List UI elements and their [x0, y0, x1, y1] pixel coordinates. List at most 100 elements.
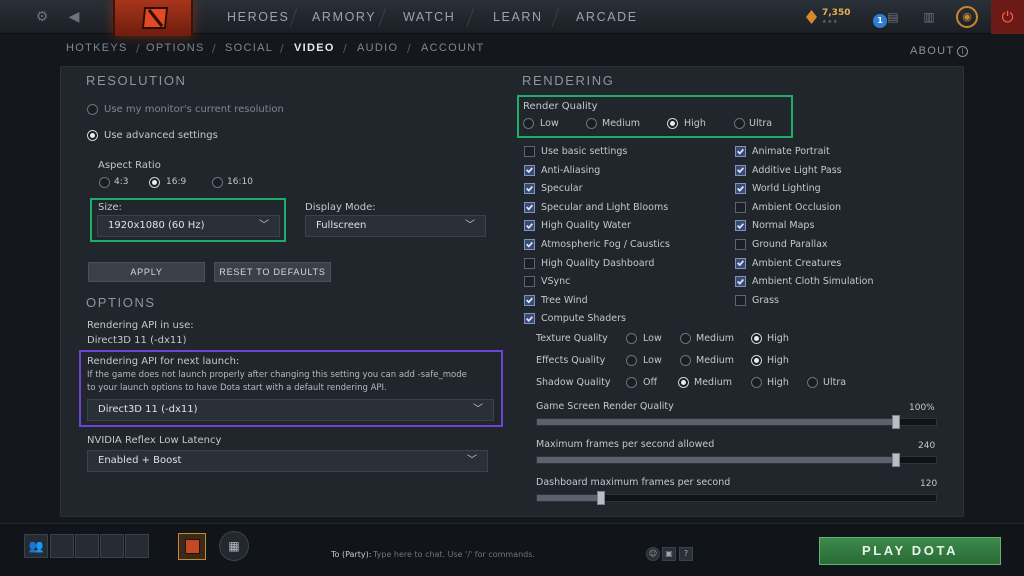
nav-arcade[interactable]: ARCADE	[576, 0, 638, 34]
radio-monitor-resolution[interactable]	[87, 104, 98, 115]
tab-audio[interactable]: AUDIO	[357, 42, 398, 54]
display-mode-dropdown[interactable]: Fullscreen ﹀	[305, 215, 486, 237]
nav-heroes[interactable]: HEROES	[227, 0, 289, 34]
shadow-high-label[interactable]: High	[767, 377, 789, 388]
nav-learn[interactable]: LEARN	[493, 0, 543, 34]
render-ultra-label[interactable]: Ultra	[749, 118, 772, 129]
checkbox[interactable]	[524, 201, 535, 213]
checkbox-label[interactable]: Grass	[752, 295, 779, 306]
slider-handle[interactable]	[892, 415, 900, 429]
nav-armory[interactable]: ARMORY	[312, 0, 376, 34]
radio-aspect-4-3[interactable]	[99, 177, 110, 188]
back-arrow-icon[interactable]: ◀	[64, 0, 84, 34]
aspect-16-10-label[interactable]: 16:10	[227, 177, 253, 187]
checkbox-label[interactable]: Normal Maps	[752, 220, 814, 231]
reflex-dropdown[interactable]: Enabled + Boost ﹀	[87, 450, 488, 472]
checkbox[interactable]	[735, 220, 746, 232]
checkbox[interactable]	[524, 257, 535, 269]
effects-high-label[interactable]: High	[767, 355, 789, 366]
about-link[interactable]: ABOUT	[910, 45, 954, 57]
checkbox-label[interactable]: VSync	[541, 276, 570, 287]
checkbox[interactable]	[735, 294, 746, 306]
chat-input[interactable]: Type here to chat. Use '/' for commands.	[373, 550, 535, 559]
checkbox[interactable]	[735, 201, 746, 213]
checkbox[interactable]	[735, 276, 746, 288]
checkbox-label[interactable]: Specular	[541, 183, 583, 194]
radio-shadow-off[interactable]	[626, 377, 637, 388]
aspect-16-9-label[interactable]: 16:9	[166, 177, 186, 187]
checkbox[interactable]	[524, 164, 535, 176]
power-button[interactable]: ⏻	[991, 0, 1024, 34]
armory-icon[interactable]: ▥	[920, 0, 938, 34]
apply-button[interactable]: APPLY	[88, 262, 205, 282]
party-slot-empty[interactable]	[100, 534, 124, 558]
tab-video[interactable]: VIDEO	[294, 42, 335, 54]
screen-quality-slider[interactable]	[536, 415, 937, 429]
render-medium-label[interactable]: Medium	[602, 118, 640, 129]
checkbox[interactable]	[524, 183, 535, 195]
tab-options[interactable]: OPTIONS	[146, 42, 205, 54]
checkbox-label[interactable]: Ambient Occlusion	[752, 202, 841, 213]
api-next-launch-dropdown[interactable]: Direct3D 11 (-dx11) ﹀	[87, 399, 494, 421]
effects-low-label[interactable]: Low	[643, 355, 662, 366]
notification-badge[interactable]: 1	[873, 14, 887, 28]
dashboard-settings-icon[interactable]: ◉	[956, 6, 978, 28]
checkbox-label[interactable]: Compute Shaders	[541, 313, 626, 324]
radio-aspect-16-9[interactable]	[149, 177, 160, 188]
checkbox-label[interactable]: High Quality Dashboard	[541, 258, 654, 269]
checkbox-label[interactable]: Ambient Creatures	[752, 258, 841, 269]
checkbox[interactable]	[735, 257, 746, 269]
shadow-ultra-label[interactable]: Ultra	[823, 377, 846, 388]
shadow-medium-label[interactable]: Medium	[694, 377, 732, 388]
effects-medium-label[interactable]: Medium	[696, 355, 734, 366]
shards-currency[interactable]: 7,350 ★★★	[806, 8, 856, 28]
slider-handle[interactable]	[892, 453, 900, 467]
dota-logo-icon[interactable]	[113, 0, 193, 36]
checkbox-label[interactable]: Ground Parallax	[752, 239, 828, 250]
nav-watch[interactable]: WATCH	[403, 0, 455, 34]
radio-render-ultra[interactable]	[734, 118, 745, 129]
texture-high-label[interactable]: High	[767, 333, 789, 344]
tab-account[interactable]: ACCOUNT	[421, 42, 485, 54]
help-icon[interactable]: ?	[679, 547, 693, 561]
checkbox-label[interactable]: World Lighting	[752, 183, 821, 194]
radio-render-low[interactable]	[523, 118, 534, 129]
radio-advanced-settings[interactable]	[87, 130, 98, 141]
render-high-label[interactable]: High	[684, 118, 706, 129]
checkbox[interactable]	[524, 146, 535, 157]
dota-queue-icon[interactable]	[178, 533, 206, 560]
aspect-4-3-label[interactable]: 4:3	[114, 177, 128, 187]
checkbox[interactable]	[735, 146, 746, 157]
radio-texture-medium[interactable]	[680, 333, 691, 344]
party-slot-empty[interactable]	[75, 534, 99, 558]
checkbox-label[interactable]: Tree Wind	[541, 295, 588, 306]
radio-effects-low[interactable]	[626, 355, 637, 366]
radio-texture-low[interactable]	[626, 333, 637, 344]
checkbox[interactable]	[524, 294, 535, 306]
size-dropdown[interactable]: 1920x1080 (60 Hz) ﹀	[97, 215, 280, 237]
info-icon[interactable]: i	[957, 46, 968, 57]
party-slot-empty[interactable]	[50, 534, 74, 558]
radio-render-high[interactable]	[667, 118, 678, 129]
inbox-icon[interactable]: ▤	[884, 0, 902, 34]
checkbox[interactable]	[524, 313, 535, 325]
texture-medium-label[interactable]: Medium	[696, 333, 734, 344]
checkbox[interactable]	[735, 183, 746, 195]
checkbox-label[interactable]: Animate Portrait	[752, 146, 830, 157]
play-dota-button[interactable]: PLAY DOTA	[819, 537, 1001, 565]
checkbox-label[interactable]: Use basic settings	[541, 146, 627, 157]
dashboard-fps-slider[interactable]	[536, 491, 937, 505]
radio-shadow-ultra[interactable]	[807, 377, 818, 388]
gear-icon[interactable]: ⚙	[32, 0, 52, 34]
checkbox-label[interactable]: Additive Light Pass	[752, 165, 842, 176]
slider-handle[interactable]	[597, 491, 605, 505]
checkbox-label[interactable]: Specular and Light Blooms	[541, 202, 668, 213]
checkbox-label[interactable]: Anti-Aliasing	[541, 165, 600, 176]
radio-shadow-medium[interactable]	[678, 377, 689, 388]
radio-render-medium[interactable]	[586, 118, 597, 129]
monitor-resolution-label[interactable]: Use my monitor's current resolution	[104, 104, 284, 115]
shadow-off-label[interactable]: Off	[643, 377, 657, 388]
advanced-settings-label[interactable]: Use advanced settings	[104, 130, 218, 141]
checkbox[interactable]	[735, 164, 746, 176]
checkbox-label[interactable]: Atmospheric Fog / Caustics	[541, 239, 670, 250]
